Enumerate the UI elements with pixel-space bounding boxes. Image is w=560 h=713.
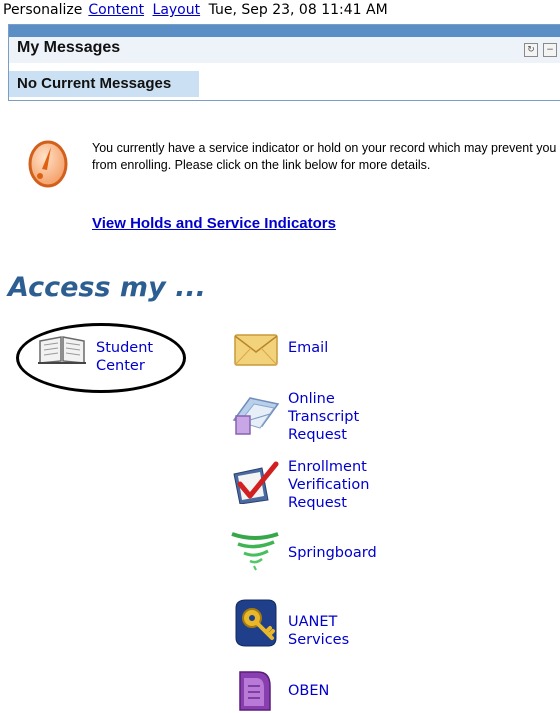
- oben-link[interactable]: OBEN: [288, 682, 329, 700]
- springboard-link[interactable]: Springboard: [288, 544, 377, 562]
- annotation-circle: [16, 323, 186, 393]
- refresh-icon[interactable]: ↻: [524, 43, 538, 57]
- pagelet-header-strip: [9, 25, 560, 37]
- pagelet-title: My Messages: [17, 39, 121, 56]
- no-messages-row: No Current Messages: [9, 71, 199, 97]
- minimize-icon[interactable]: −: [543, 43, 557, 57]
- view-holds-link[interactable]: View Holds and Service Indicators: [92, 215, 336, 232]
- access-heading: Access my ...: [8, 272, 206, 303]
- online-transcript-link[interactable]: Online Transcript Request: [288, 390, 359, 444]
- layout-link[interactable]: Layout: [153, 2, 201, 18]
- my-messages-pagelet: My Messages ↻ − No Current Messages: [8, 24, 560, 101]
- personalize-label: Personalize: [3, 2, 83, 18]
- transcript-icon[interactable]: [230, 390, 282, 438]
- datetime-text: Tue, Sep 23, 08 11:41 AM: [208, 2, 388, 18]
- key-icon[interactable]: [232, 598, 278, 648]
- warning-icon: [28, 140, 68, 188]
- email-link[interactable]: Email: [288, 339, 328, 357]
- oben-icon[interactable]: [234, 668, 278, 712]
- uanet-services-link[interactable]: UANET Services: [288, 613, 349, 649]
- hold-notice-text: You currently have a service indicator o…: [92, 141, 557, 172]
- content-link[interactable]: Content: [88, 2, 144, 18]
- pagelet-header: My Messages ↻ −: [9, 37, 560, 63]
- no-messages-text: No Current Messages: [17, 75, 172, 92]
- envelope-icon[interactable]: [234, 333, 278, 367]
- enrollment-verification-link[interactable]: Enrollment Verification Request: [288, 458, 369, 512]
- top-bar: Personalize Content Layout Tue, Sep 23, 0…: [3, 0, 394, 20]
- checkmark-icon[interactable]: [232, 460, 280, 504]
- springboard-icon[interactable]: [230, 530, 280, 572]
